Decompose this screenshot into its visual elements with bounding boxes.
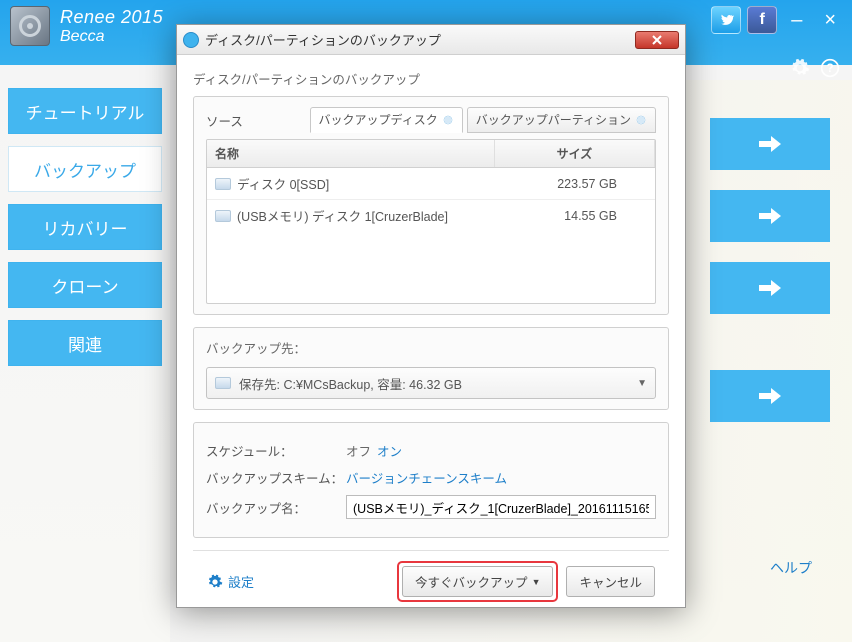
tab-backup-disk[interactable]: バックアップディスク [310,107,463,133]
source-panel: ソース バックアップディスク バックアップパーティション 名称 サイズ ディスク… [193,96,669,315]
sidebar-item-label: クローン [51,273,118,298]
cancel-button[interactable]: キャンセル [566,566,655,597]
dialog-heading: ディスク/パーティションのバックアップ [193,69,669,88]
disk-icon [442,114,454,126]
arrow-right-icon [759,280,781,296]
chevron-down-icon: ▼ [532,577,541,587]
action-card-1[interactable] [710,118,830,170]
disk-icon [635,114,647,126]
table-row[interactable]: (USBメモリ) ディスク 1[CruzerBlade] 14.55 GB [207,199,655,231]
settings-link[interactable]: 設定 [207,572,254,591]
close-window-button[interactable]: × [816,9,844,32]
svg-text:?: ? [826,62,833,75]
schedule-off: オフ [346,441,371,460]
twitter-icon [718,12,734,28]
close-icon [651,35,663,45]
col-size[interactable]: サイズ [495,140,655,167]
sidebar-item-backup[interactable]: バックアップ [8,146,162,192]
source-label: ソース [206,111,243,130]
disk-table: 名称 サイズ ディスク 0[SSD] 223.57 GB (USBメモリ) ディ… [206,139,656,304]
tab-backup-partition[interactable]: バックアップパーティション [467,107,656,133]
arrow-right-icon [759,136,781,152]
drive-icon [215,210,231,222]
sidebar-item-tutorial[interactable]: チュートリアル [8,88,162,134]
facebook-icon: f [760,11,765,29]
header-secondary-icons: ? [790,58,840,78]
help-icon[interactable]: ? [820,58,840,78]
chevron-down-icon: ▼ [637,378,647,389]
main-window: Renee 2015 Becca f – × ? チュートリアル バックアップ … [0,0,852,642]
dialog-close-button[interactable] [635,31,679,49]
cell-size: 223.57 GB [487,177,647,191]
col-name[interactable]: 名称 [207,140,495,167]
tab-label: バックアップディスク [319,111,438,128]
tab-label: バックアップパーティション [476,111,631,128]
sidebar-item-label: チュートリアル [26,99,145,124]
scheme-link[interactable]: バージョンチェーンスキーム [346,468,507,487]
sidebar-item-label: リカバリー [43,215,128,240]
dialog-footer: 設定 今すぐバックアップ ▼ キャンセル [193,550,669,610]
button-label: キャンセル [579,576,642,590]
button-label: 今すぐバックアップ [415,572,528,591]
cell-size: 14.55 GB [487,209,647,223]
action-card-4[interactable] [710,370,830,422]
sidebar-item-recovery[interactable]: リカバリー [8,204,162,250]
scheme-label: バックアップスキーム： [206,468,346,487]
cell-name: (USBメモリ) ディスク 1[CruzerBlade] [237,206,448,225]
backup-dialog: ディスク/パーティションのバックアップ ディスク/パーティションのバックアップ … [176,24,686,608]
dialog-body: ディスク/パーティションのバックアップ ソース バックアップディスク バックアッ… [177,55,685,607]
gear-icon[interactable] [790,58,810,78]
action-card-2[interactable] [710,190,830,242]
sidebar-item-label: 関連 [68,331,102,356]
app-logo-icon [10,6,50,46]
help-link[interactable]: ヘルプ [770,558,812,578]
dialog-icon [183,32,199,48]
highlight-box: 今すぐバックアップ ▼ [397,561,558,602]
schedule-on-link[interactable]: オン [377,441,402,460]
twitter-button[interactable] [711,6,741,34]
destination-label: バックアップ先： [206,338,656,357]
destination-value: 保存先: C:¥MCsBackup, 容量: 46.32 GB [239,374,462,393]
drive-icon [215,178,231,190]
app-title-block: Renee 2015 Becca [60,7,163,46]
backup-name-input[interactable] [346,495,656,519]
backup-name-label: バックアップ名： [206,498,346,517]
backup-now-button[interactable]: 今すぐバックアップ ▼ [402,566,553,597]
destination-panel: バックアップ先： 保存先: C:¥MCsBackup, 容量: 46.32 GB… [193,327,669,410]
dialog-title: ディスク/パーティションのバックアップ [205,30,441,49]
table-header: 名称 サイズ [207,140,655,168]
titlebar-right: f – × [711,6,844,34]
settings-label: 設定 [228,572,254,591]
arrow-right-icon [759,208,781,224]
app-title: Renee 2015 [60,7,163,28]
cell-name: ディスク 0[SSD] [237,174,329,193]
options-panel: スケジュール： オフ オン バックアップスキーム： バージョンチェーンスキーム … [193,422,669,538]
gear-icon [207,574,223,590]
sidebar-item-related[interactable]: 関連 [8,320,162,366]
table-row[interactable]: ディスク 0[SSD] 223.57 GB [207,168,655,199]
sidebar: チュートリアル バックアップ リカバリー クローン 関連 [0,80,170,642]
source-tabs: バックアップディスク バックアップパーティション [310,107,656,133]
sidebar-item-clone[interactable]: クローン [8,262,162,308]
arrow-right-icon [759,388,781,404]
destination-select[interactable]: 保存先: C:¥MCsBackup, 容量: 46.32 GB ▼ [206,367,656,399]
schedule-label: スケジュール： [206,441,346,460]
action-card-3[interactable] [710,262,830,314]
facebook-button[interactable]: f [747,6,777,34]
drive-icon [215,377,231,389]
dialog-titlebar[interactable]: ディスク/パーティションのバックアップ [177,25,685,55]
app-subtitle: Becca [60,28,163,46]
minimize-button[interactable]: – [783,9,810,32]
sidebar-item-label: バックアップ [34,157,136,182]
